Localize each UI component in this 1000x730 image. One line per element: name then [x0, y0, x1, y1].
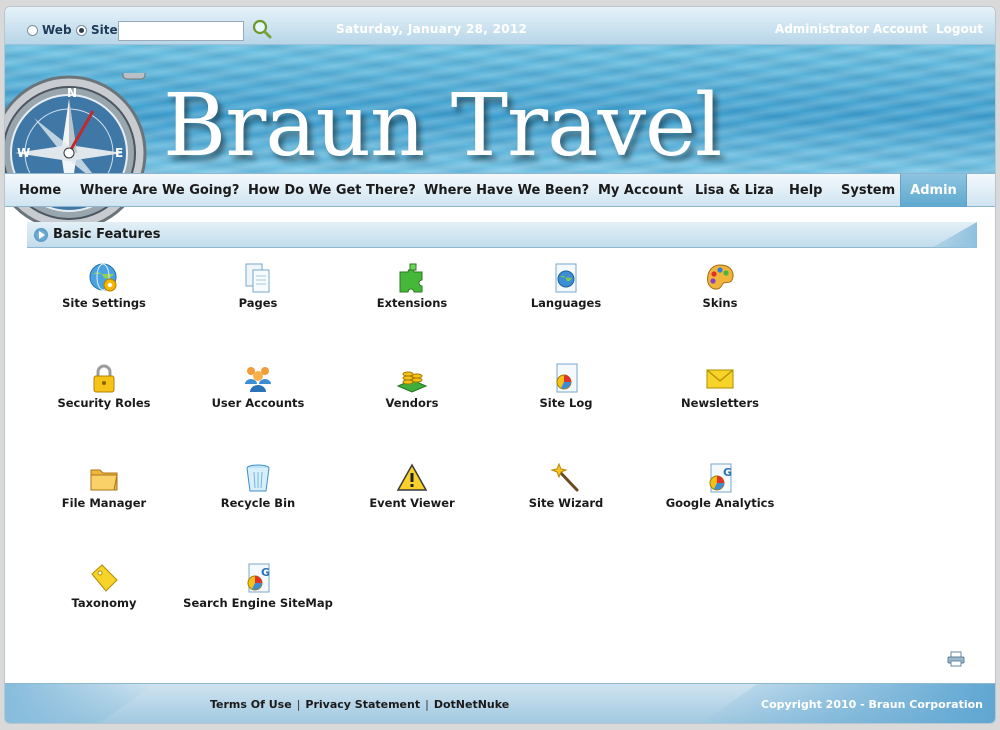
feature-label: User Accounts	[211, 396, 305, 410]
logout-link[interactable]: Logout	[936, 22, 983, 36]
recycle-bin-icon	[246, 464, 270, 492]
nav-item-where-have-we-been[interactable]: Where Have We Been?	[424, 174, 589, 207]
feature-label: Site Log	[539, 396, 593, 410]
nav-item-admin[interactable]: Admin	[900, 174, 967, 207]
feature-label: Recycle Bin	[220, 496, 296, 510]
dotnetnuke-link[interactable]: DotNetNuke	[434, 698, 509, 711]
search-site-label[interactable]: Site	[91, 23, 118, 37]
feature-security-roles[interactable]: Security Roles	[29, 362, 179, 410]
pages-icon	[245, 263, 270, 293]
feature-label: File Manager	[61, 496, 147, 510]
search-icon[interactable]	[251, 18, 273, 40]
feature-label: Event Viewer	[369, 496, 455, 510]
folder-icon	[90, 469, 118, 491]
site-log-icon	[556, 363, 578, 393]
current-date: Saturday, January 28, 2012	[336, 22, 528, 36]
feature-label: Newsletters	[681, 396, 759, 410]
envelope-icon	[706, 369, 734, 389]
section-expand-icon[interactable]	[34, 228, 48, 242]
feature-pages[interactable]: Pages	[183, 262, 333, 310]
feature-search-engine-sitemap[interactable]: G Search Engine SiteMap	[183, 562, 333, 610]
palette-icon	[706, 264, 734, 290]
footer-separator: |	[425, 698, 429, 711]
copyright-text: Copyright 2010 - Braun Corporation	[761, 698, 983, 711]
tag-icon	[91, 564, 118, 592]
site-title: Braun Travel	[163, 76, 722, 176]
nav-item-how-do-we-get-there[interactable]: How Do We Get There?	[248, 174, 416, 207]
svg-text:W: W	[17, 146, 30, 160]
nav-item-help[interactable]: Help	[789, 174, 822, 207]
feature-label: Site Wizard	[528, 496, 604, 510]
padlock-icon	[93, 364, 115, 393]
feature-label: Extensions	[376, 296, 448, 310]
svg-text:E: E	[115, 146, 123, 160]
feature-skins[interactable]: Skins	[645, 262, 795, 310]
terms-of-use-link[interactable]: Terms Of Use	[210, 698, 292, 711]
feature-site-wizard[interactable]: Site Wizard	[491, 462, 641, 510]
warning-icon	[396, 463, 428, 491]
feature-site-settings[interactable]: Site Settings	[29, 262, 179, 310]
feature-label: Skins	[702, 296, 738, 310]
footer-separator: |	[296, 698, 301, 711]
feature-label: Taxonomy	[71, 596, 137, 610]
search-web-radio[interactable]	[27, 25, 38, 36]
feature-recycle-bin[interactable]: Recycle Bin	[183, 462, 333, 510]
page-frame: Web Site Saturday, January 28, 2012 Admi…	[4, 6, 996, 724]
feature-label: Security Roles	[57, 396, 151, 410]
analytics-icon: G	[709, 463, 732, 493]
feature-label: Vendors	[385, 396, 439, 410]
sitemap-icon: G	[247, 563, 270, 593]
feature-event-viewer[interactable]: Event Viewer	[337, 462, 487, 510]
footer-links: Terms Of Use | Privacy Statement | DotNetNuk…	[210, 698, 509, 711]
search-web-label[interactable]: Web	[42, 23, 72, 37]
account-links: Administrator Account Logout	[775, 22, 983, 36]
globe-gear-icon	[89, 263, 117, 292]
feature-user-accounts[interactable]: User Accounts	[183, 362, 333, 410]
search-site-radio[interactable]	[76, 25, 87, 36]
feature-label: Pages	[238, 296, 278, 310]
section-title: Basic Features	[53, 227, 161, 242]
nav-item-lisa-liza[interactable]: Lisa & Liza	[695, 174, 774, 207]
svg-text:G: G	[723, 466, 732, 479]
users-icon	[245, 367, 271, 392]
feature-site-log[interactable]: Site Log	[491, 362, 641, 410]
footer: Terms Of Use | Privacy Statement | DotNetNuk…	[5, 683, 995, 723]
main-nav: Home Where Are We Going? How Do We Get T…	[5, 173, 995, 207]
feature-newsletters[interactable]: Newsletters	[645, 362, 795, 410]
feature-taxonomy[interactable]: Taxonomy	[29, 562, 179, 610]
administrator-account-link[interactable]: Administrator Account	[775, 22, 928, 36]
feature-label: Site Settings	[62, 296, 146, 310]
print-icon[interactable]	[947, 651, 965, 667]
svg-text:G: G	[261, 566, 270, 579]
nav-item-system[interactable]: System	[841, 174, 895, 207]
privacy-statement-link[interactable]: Privacy Statement	[305, 698, 420, 711]
feature-label: Languages	[530, 296, 602, 310]
search-input[interactable]	[118, 21, 244, 41]
compass-logo-icon: N W E	[5, 73, 147, 231]
nav-item-my-account[interactable]: My Account	[598, 174, 683, 207]
feature-google-analytics[interactable]: G Google Analytics	[645, 462, 795, 510]
feature-label: Google Analytics	[665, 496, 775, 510]
feature-extensions[interactable]: Extensions	[337, 262, 487, 310]
nav-item-home[interactable]: Home	[19, 174, 61, 207]
magic-wand-icon	[550, 462, 579, 492]
section-header[interactable]: Basic Features	[27, 222, 977, 248]
site-banner: N W E Braun Travel	[5, 45, 995, 231]
feature-languages[interactable]: Languages	[491, 262, 641, 310]
puzzle-icon	[399, 263, 423, 293]
languages-icon	[555, 263, 577, 293]
feature-file-manager[interactable]: File Manager	[29, 462, 179, 510]
top-bar: Web Site Saturday, January 28, 2012 Admi…	[5, 7, 995, 45]
svg-text:N: N	[67, 86, 77, 100]
coins-icon	[396, 371, 428, 393]
feature-label: Search Engine SiteMap	[183, 596, 333, 610]
nav-item-where-are-we-going[interactable]: Where Are We Going?	[80, 174, 239, 207]
feature-vendors[interactable]: Vendors	[337, 362, 487, 410]
